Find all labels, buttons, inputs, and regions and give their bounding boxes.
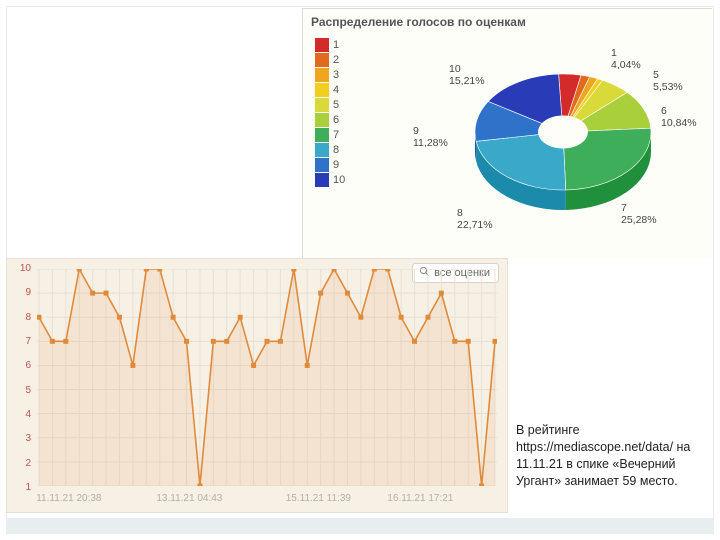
- caption-text: В рейтинге https://mediascope.net/data/ …: [516, 422, 712, 490]
- legend-item-1: 1: [315, 38, 345, 52]
- pie-chart-title: Распределение голосов по оценкам: [303, 9, 712, 35]
- legend-item-10: 10: [315, 173, 345, 187]
- x-axis-tick: 15.11.21 11:39: [286, 493, 351, 504]
- x-axis-tick: 16.11.21 17:21: [387, 493, 453, 504]
- y-axis-tick: 3: [15, 433, 31, 444]
- legend-label: 9: [333, 159, 339, 171]
- y-axis-tick: 6: [15, 360, 31, 371]
- y-axis-tick: 2: [15, 458, 31, 469]
- line-chart-area: [37, 269, 497, 486]
- legend-item-2: 2: [315, 53, 345, 67]
- legend-swatch: [315, 113, 329, 127]
- pie-slice-label: 1 4,04%: [611, 47, 641, 71]
- legend-swatch: [315, 173, 329, 187]
- legend-swatch: [315, 98, 329, 112]
- x-axis-tick: 11.11.21 20:38: [36, 493, 101, 504]
- legend-swatch: [315, 128, 329, 142]
- line-chart-panel: все оценки 12345678910 11.11.21 20:3813.…: [6, 258, 508, 513]
- y-axis-tick: 1: [15, 482, 31, 493]
- legend-label: 10: [333, 174, 345, 186]
- legend-label: 7: [333, 129, 339, 141]
- legend-swatch: [315, 143, 329, 157]
- legend-item-8: 8: [315, 143, 345, 157]
- legend-item-4: 4: [315, 83, 345, 97]
- legend-swatch: [315, 83, 329, 97]
- x-axis-tick: 13.11.21 04:43: [156, 493, 222, 504]
- legend-swatch: [315, 68, 329, 82]
- legend-swatch: [315, 38, 329, 52]
- y-axis-tick: 5: [15, 385, 31, 396]
- pie-slice-label: 9 11,28%: [413, 125, 448, 149]
- legend-label: 2: [333, 54, 339, 66]
- pie-chart: 1 4,04% 5 5,53% 6 10,84% 7 25,28% 8 22,71% 9 …: [413, 47, 698, 252]
- y-axis-tick: 7: [15, 336, 31, 347]
- legend-swatch: [315, 158, 329, 172]
- y-axis-tick: 10: [15, 263, 31, 274]
- legend-item-6: 6: [315, 113, 345, 127]
- pie-slice-label: 7 25,28%: [621, 202, 657, 226]
- legend-swatch: [315, 53, 329, 67]
- y-axis-tick: 9: [15, 287, 31, 298]
- pie-legend: 1 2 3 4 5 6 7 8 9 10: [315, 37, 345, 188]
- pie-slice-label: 6 10,84%: [661, 105, 697, 129]
- pie-chart-panel: Распределение голосов по оценкам 1 2 3 4 5 6 7…: [302, 8, 712, 258]
- legend-label: 4: [333, 84, 339, 96]
- legend-label: 8: [333, 144, 339, 156]
- pie-slice-label: 10 15,21%: [449, 63, 485, 87]
- legend-item-9: 9: [315, 158, 345, 172]
- legend-item-3: 3: [315, 68, 345, 82]
- legend-label: 3: [333, 69, 339, 81]
- legend-item-7: 7: [315, 128, 345, 142]
- pie-slice-label: 5 5,53%: [653, 69, 683, 93]
- y-axis-tick: 8: [15, 312, 31, 323]
- legend-item-5: 5: [315, 98, 345, 112]
- pie-slice-label: 8 22,71%: [457, 207, 493, 231]
- line-svg: [37, 269, 497, 486]
- y-axis-tick: 4: [15, 409, 31, 420]
- legend-label: 5: [333, 99, 339, 111]
- legend-label: 6: [333, 114, 339, 126]
- legend-label: 1: [333, 39, 339, 51]
- slide-footer-band: [6, 518, 714, 534]
